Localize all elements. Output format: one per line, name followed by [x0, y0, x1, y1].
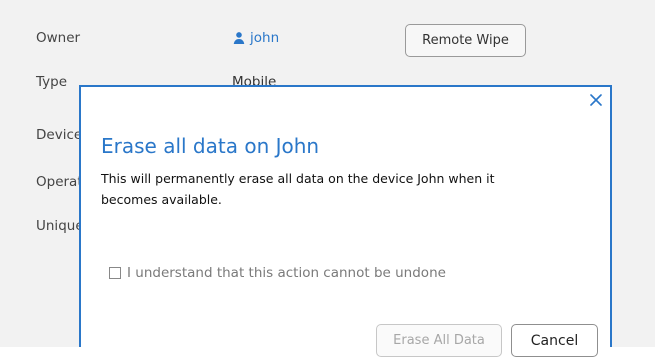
modal-title: Erase all data on John [101, 134, 320, 158]
erase-all-data-button[interactable]: Erase All Data [376, 324, 502, 357]
device-label: Device [36, 127, 83, 143]
operating-system-label: Operat [36, 174, 83, 190]
cancel-button[interactable]: Cancel [511, 324, 598, 357]
acknowledge-checkbox[interactable] [109, 267, 121, 279]
unique-id-label: Unique [36, 218, 84, 234]
modal-description: This will permanently erase all data on … [101, 171, 495, 207]
user-icon [232, 31, 246, 45]
acknowledge-checkbox-label[interactable]: I understand that this action cannot be … [127, 265, 446, 281]
close-icon[interactable] [588, 92, 604, 108]
remote-wipe-button[interactable]: Remote Wipe [405, 24, 526, 57]
owner-label: Owner [36, 30, 81, 46]
erase-data-modal: Erase all data on John This will permane… [79, 85, 612, 357]
acknowledge-checkbox-row[interactable]: I understand that this action cannot be … [109, 265, 446, 281]
owner-name[interactable]: john [250, 30, 279, 46]
owner-link[interactable]: john [232, 30, 279, 46]
type-label: Type [36, 74, 68, 90]
